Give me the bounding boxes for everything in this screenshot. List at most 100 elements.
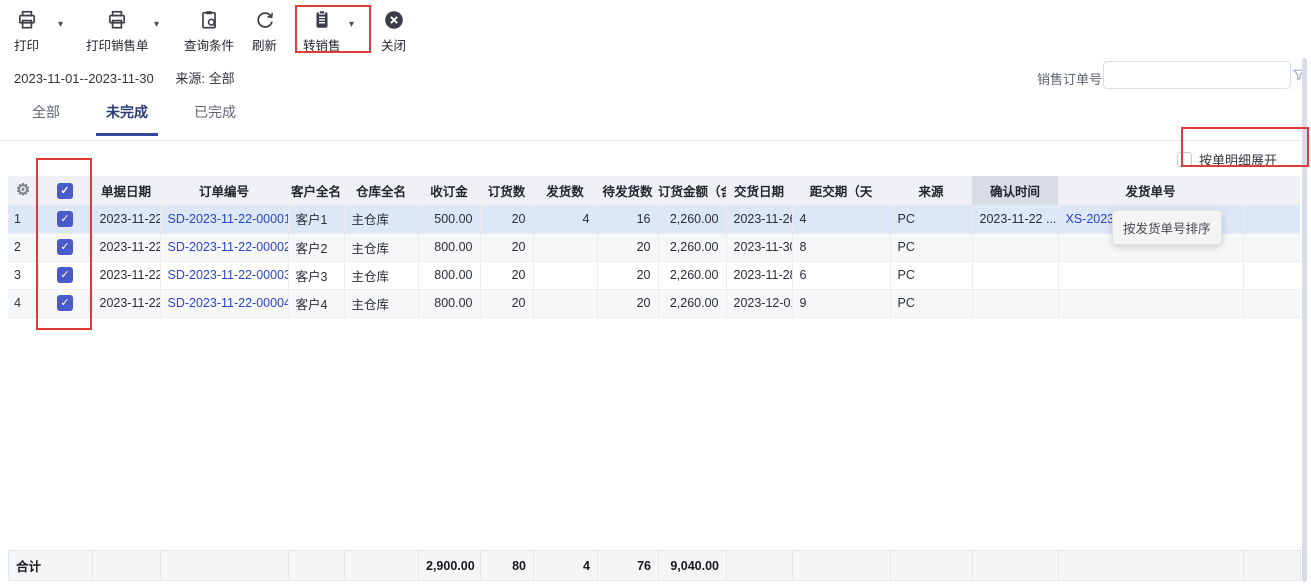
expand-by-detail-toggle[interactable]: 按单明细展开	[1177, 150, 1277, 169]
select-all-checkbox[interactable]: ✓	[57, 183, 73, 199]
close-label: 关闭	[381, 35, 406, 54]
order-no-link[interactable]: SD-2023-11-22-00001	[168, 212, 289, 226]
print-button-label: 打印	[14, 35, 39, 54]
clipboard-search-icon	[198, 8, 220, 32]
cell-order-no: SD-2023-11-22-00003	[160, 261, 288, 289]
print-sales-dropdown-caret[interactable]: ▾	[154, 20, 159, 30]
cell-amount: 2,260.00	[658, 289, 726, 317]
totals-amount: 9,040.00	[659, 551, 727, 581]
cell-order-qty: 20	[480, 205, 533, 233]
totals-label: 合计	[9, 551, 93, 581]
header-order-qty[interactable]: 订货数	[480, 176, 533, 205]
totals-empty	[93, 551, 161, 581]
row-checkbox[interactable]: ✓	[57, 239, 73, 255]
cell-date: 2023-11-22	[92, 205, 160, 233]
order-no-link[interactable]: SD-2023-11-22-00004	[168, 296, 289, 310]
cell-delivery-date: 2023-11-30	[726, 233, 792, 261]
tab-all[interactable]: 全部	[22, 100, 70, 136]
header-days-to-delivery[interactable]: 距交期（天	[792, 176, 890, 205]
tab-finished[interactable]: 已完成	[184, 100, 246, 136]
cell-source: PC	[890, 205, 972, 233]
cell-source: PC	[890, 233, 972, 261]
order-list-window: 打印 ▾ 打印销售单 ▾ 查询条件 刷新	[0, 0, 1311, 586]
cell-order-qty: 20	[480, 261, 533, 289]
convert-to-sales-label: 转销售	[303, 35, 341, 54]
row-checkbox-cell: ✓	[38, 261, 92, 289]
header-customer[interactable]: 客户全名	[288, 176, 344, 205]
cell-deposit: 800.00	[418, 233, 480, 261]
printer-icon	[106, 8, 128, 32]
header-date[interactable]: 单据日期	[92, 176, 160, 205]
date-range-text: 2023-11-01--2023-11-30	[14, 71, 154, 86]
sort-by-shipno-tooltip: 按发货单号排序	[1112, 210, 1222, 245]
totals-empty	[727, 551, 793, 581]
tab-unfinished[interactable]: 未完成	[96, 100, 158, 136]
order-no-link[interactable]: SD-2023-11-22-00002	[168, 240, 289, 254]
header-ship-no[interactable]: 发货单号	[1058, 176, 1243, 205]
header-row: ⚙ ✓ 单据日期 订单编号 客户全名 仓库全名 收订金 订货数 发货数 待发货数…	[8, 176, 1300, 205]
row-checkbox[interactable]: ✓	[57, 267, 73, 283]
row-number: 4	[8, 289, 38, 317]
cell-days: 9	[792, 289, 890, 317]
header-amount[interactable]: 订货金额（含税	[658, 176, 726, 205]
sales-order-no-inputbox	[1103, 61, 1291, 89]
table-row[interactable]: 4 ✓ 2023-11-22 SD-2023-11-22-00004 客户4 主…	[8, 289, 1300, 317]
convert-to-sales-dropdown-caret[interactable]: ▾	[349, 20, 354, 30]
print-button[interactable]: 打印	[14, 8, 39, 54]
clipboard-icon	[311, 8, 333, 32]
column-settings-cell: ⚙	[8, 176, 38, 205]
status-tabs: 全部 未完成 已完成	[22, 100, 272, 136]
cell-source: PC	[890, 289, 972, 317]
vertical-scrollbar[interactable]	[1302, 58, 1307, 582]
row-checkbox[interactable]: ✓	[57, 211, 73, 227]
sales-order-no-label: 销售订单号	[1037, 69, 1102, 88]
expand-by-detail-checkbox[interactable]	[1177, 152, 1192, 167]
cell-delivery-date: 2023-11-28	[726, 261, 792, 289]
cell-shipped-qty	[533, 289, 597, 317]
sales-order-no-input[interactable]	[1104, 62, 1292, 88]
totals-empty	[891, 551, 973, 581]
query-conditions-label: 查询条件	[184, 35, 234, 54]
header-deposit[interactable]: 收订金	[418, 176, 480, 205]
header-shipped-qty[interactable]: 发货数	[533, 176, 597, 205]
header-delivery-date[interactable]: 交货日期	[726, 176, 792, 205]
close-button[interactable]: 关闭	[381, 8, 406, 54]
refresh-button[interactable]: 刷新	[252, 8, 277, 54]
cell-order-no: SD-2023-11-22-00001	[160, 205, 288, 233]
row-checkbox-cell: ✓	[38, 233, 92, 261]
cell-confirm-time	[972, 261, 1058, 289]
row-checkbox-cell: ✓	[38, 289, 92, 317]
header-source[interactable]: 来源	[890, 176, 972, 205]
totals-deposit: 2,900.00	[419, 551, 481, 581]
query-conditions-button[interactable]: 查询条件	[184, 8, 234, 54]
cell-empty	[1243, 261, 1300, 289]
header-pending-qty[interactable]: 待发货数	[597, 176, 658, 205]
cell-empty	[1243, 289, 1300, 317]
row-checkbox-cell: ✓	[38, 205, 92, 233]
filter-summary: 2023-11-01--2023-11-30 来源: 全部	[14, 68, 235, 87]
header-warehouse[interactable]: 仓库全名	[344, 176, 418, 205]
table-row[interactable]: 1 ✓ 2023-11-22 SD-2023-11-22-00001 客户1 主…	[8, 205, 1300, 233]
totals-empty	[289, 551, 345, 581]
convert-to-sales-button[interactable]: 转销售	[303, 8, 341, 54]
close-circle-icon	[383, 8, 405, 32]
order-no-link[interactable]: SD-2023-11-22-00003	[168, 268, 289, 282]
totals-empty	[345, 551, 419, 581]
row-checkbox[interactable]: ✓	[57, 295, 73, 311]
table-row[interactable]: 2 ✓ 2023-11-22 SD-2023-11-22-00002 客户2 主…	[8, 233, 1300, 261]
gear-icon[interactable]: ⚙	[16, 182, 30, 199]
cell-days: 8	[792, 233, 890, 261]
cell-order-qty: 20	[480, 233, 533, 261]
table-row[interactable]: 3 ✓ 2023-11-22 SD-2023-11-22-00003 客户3 主…	[8, 261, 1300, 289]
totals-empty	[973, 551, 1059, 581]
row-number: 2	[8, 233, 38, 261]
cell-amount: 2,260.00	[658, 261, 726, 289]
cell-deposit: 800.00	[418, 261, 480, 289]
header-order-no[interactable]: 订单编号	[160, 176, 288, 205]
cell-shipped-qty	[533, 233, 597, 261]
header-confirm-time[interactable]: 确认时间	[972, 176, 1058, 205]
refresh-label: 刷新	[252, 35, 277, 54]
cell-delivery-date: 2023-12-01	[726, 289, 792, 317]
print-dropdown-caret[interactable]: ▾	[58, 20, 63, 30]
print-sales-button[interactable]: 打印销售单	[86, 8, 149, 54]
